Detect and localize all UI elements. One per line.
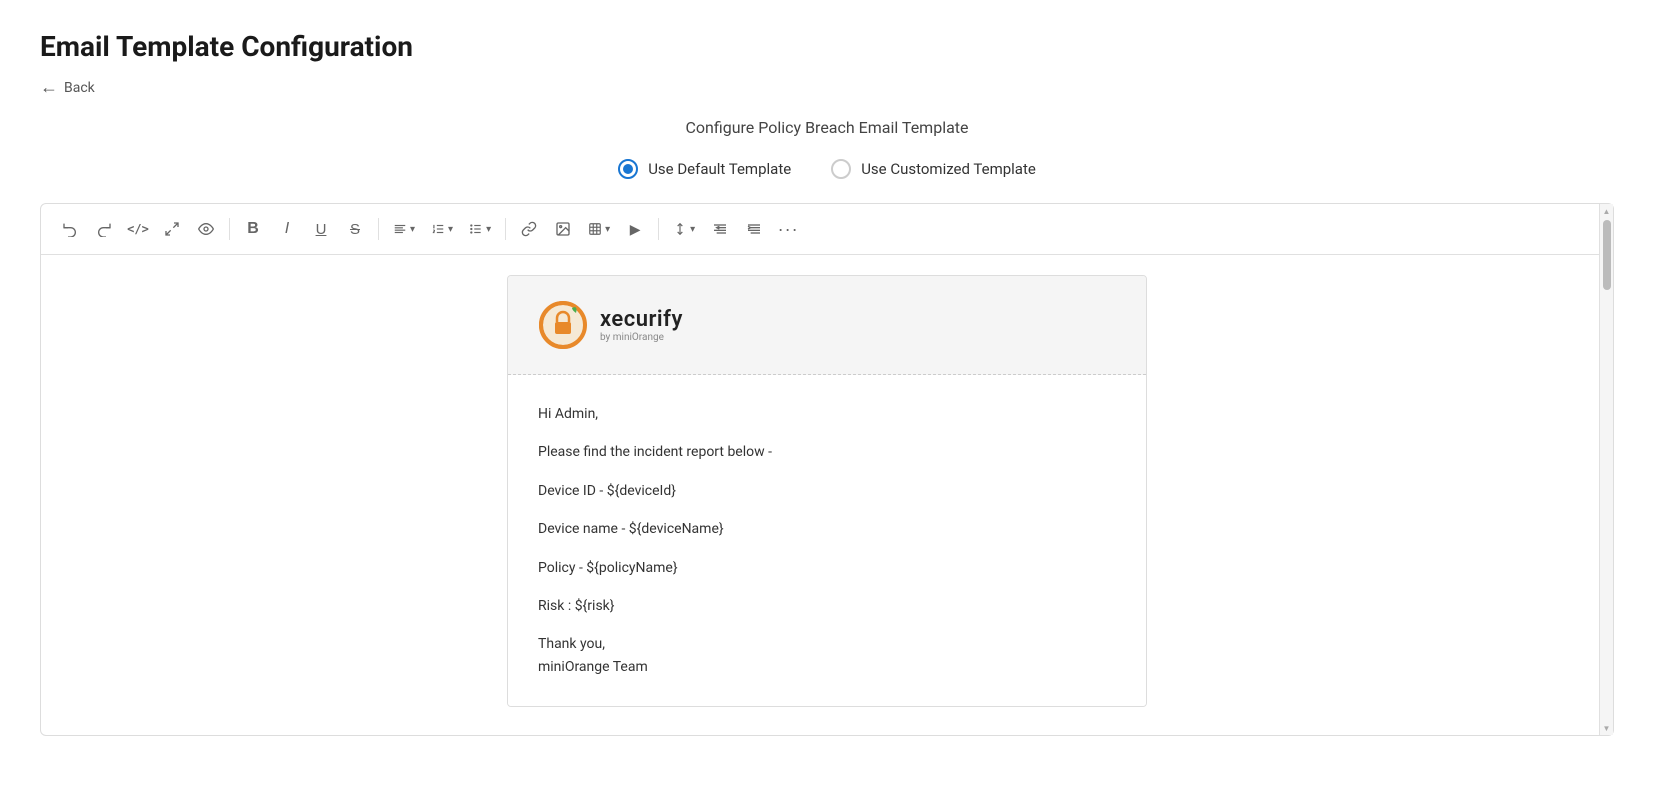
customized-template-label: Use Customized Template xyxy=(861,160,1036,178)
xecurify-logo-icon xyxy=(538,300,588,350)
line-height-button[interactable]: ▾ xyxy=(667,214,701,244)
image-button[interactable] xyxy=(548,214,578,244)
customized-radio[interactable] xyxy=(831,159,851,179)
email-closing-text: Thank you, xyxy=(538,636,605,652)
separator-4 xyxy=(658,218,659,240)
default-radio[interactable] xyxy=(618,159,638,179)
email-greeting: Hi Admin, xyxy=(538,403,1116,425)
separator-1 xyxy=(229,218,230,240)
email-policy: Policy - ${policyName} xyxy=(538,557,1116,579)
align-button[interactable]: ▾ xyxy=(387,214,421,244)
back-link[interactable]: ← Back xyxy=(40,77,1614,98)
indent-button[interactable] xyxy=(739,214,769,244)
page-container: Email Template Configuration ← Back Conf… xyxy=(0,0,1654,794)
scroll-up-arrow[interactable]: ▲ xyxy=(1600,204,1614,218)
editor-container: </> B I U S ▾ ▾ ▾ xyxy=(40,203,1614,736)
undo-button[interactable] xyxy=(55,214,85,244)
scrollbar[interactable]: ▲ ▼ xyxy=(1599,204,1613,735)
outdent-button[interactable] xyxy=(705,214,735,244)
code-button[interactable]: </> xyxy=(123,214,153,244)
email-preview: xecurify by miniOrange Hi Admin, Please … xyxy=(507,275,1147,707)
customized-template-option[interactable]: Use Customized Template xyxy=(831,159,1036,179)
fullscreen-button[interactable] xyxy=(157,214,187,244)
default-template-option[interactable]: Use Default Template xyxy=(618,159,791,179)
media-button[interactable]: ▶ xyxy=(620,214,650,244)
scrollbar-thumb[interactable] xyxy=(1603,220,1611,290)
link-button[interactable] xyxy=(514,214,544,244)
toolbar: </> B I U S ▾ ▾ ▾ xyxy=(41,204,1613,255)
scroll-down-arrow[interactable]: ▼ xyxy=(1600,721,1614,735)
italic-button[interactable]: I xyxy=(272,214,302,244)
email-device-name: Device name - ${deviceName} xyxy=(538,518,1116,540)
email-intro: Please find the incident report below - xyxy=(538,441,1116,463)
template-options: Use Default Template Use Customized Temp… xyxy=(40,159,1614,179)
logo-name: xecurify xyxy=(600,307,683,332)
redo-button[interactable] xyxy=(89,214,119,244)
bold-button[interactable]: B xyxy=(238,214,268,244)
email-device-id: Device ID - ${deviceId} xyxy=(538,480,1116,502)
email-header: xecurify by miniOrange xyxy=(508,276,1146,375)
more-button[interactable]: ··· xyxy=(773,214,803,244)
back-label: Back xyxy=(64,80,95,96)
separator-3 xyxy=(505,218,506,240)
page-title: Email Template Configuration xyxy=(40,30,1614,63)
separator-2 xyxy=(378,218,379,240)
ordered-list-button[interactable]: ▾ xyxy=(425,214,459,244)
email-risk: Risk : ${risk} xyxy=(538,595,1116,617)
editor-body[interactable]: xecurify by miniOrange Hi Admin, Please … xyxy=(41,255,1613,735)
back-arrow-icon: ← xyxy=(40,77,58,98)
email-body-content: Hi Admin, Please find the incident repor… xyxy=(508,375,1146,706)
unordered-list-button[interactable]: ▾ xyxy=(463,214,497,244)
default-template-label: Use Default Template xyxy=(648,160,791,178)
table-button[interactable]: ▾ xyxy=(582,214,616,244)
preview-button[interactable] xyxy=(191,214,221,244)
logo-text-block: xecurify by miniOrange xyxy=(600,307,683,343)
strikethrough-button[interactable]: S xyxy=(340,214,370,244)
section-title: Configure Policy Breach Email Template xyxy=(40,118,1614,137)
email-closing: Thank you, miniOrange Team xyxy=(538,633,1116,678)
logo-tagline: by miniOrange xyxy=(600,332,683,343)
email-team: miniOrange Team xyxy=(538,659,648,675)
underline-button[interactable]: U xyxy=(306,214,336,244)
